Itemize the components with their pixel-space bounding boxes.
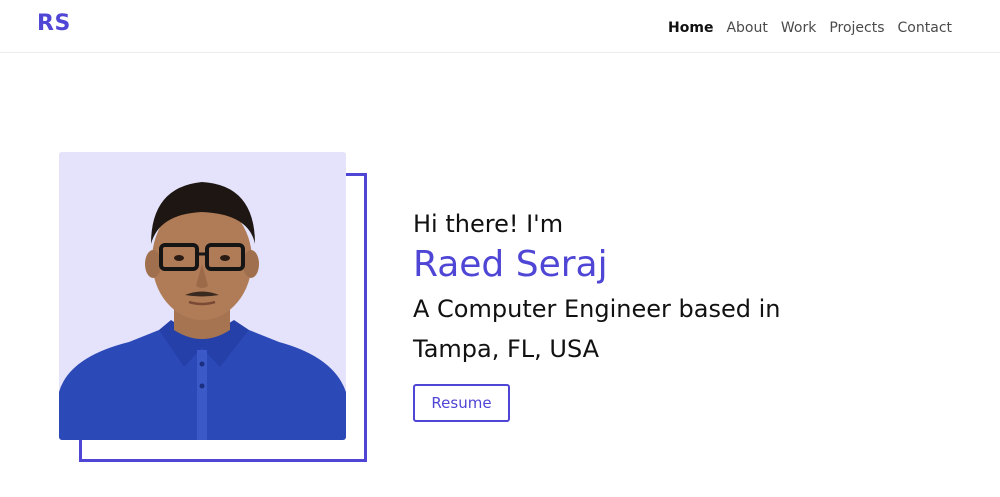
hero-greeting: Hi there! I'm <box>413 210 564 238</box>
nav-link-home[interactable]: Home <box>668 18 713 38</box>
hero-name: Raed Seraj <box>413 244 608 285</box>
site-logo[interactable]: RS <box>37 11 71 36</box>
hero-text: Hi there! I'm Raed Seraj A Computer Engi… <box>413 207 933 369</box>
profile-photo <box>59 152 346 440</box>
resume-button[interactable]: Resume <box>413 384 510 422</box>
hero-tagline: A Computer Engineer based in Tampa, FL, … <box>413 295 781 363</box>
nav-link-contact[interactable]: Contact <box>898 18 952 38</box>
nav-link-work[interactable]: Work <box>781 18 816 38</box>
nav-link-about[interactable]: About <box>726 18 767 38</box>
nav-link-projects[interactable]: Projects <box>829 18 884 38</box>
navbar: RS Home About Work Projects Contact <box>0 0 1000 53</box>
portrait-illustration <box>59 152 346 440</box>
nav-links: Home About Work Projects Contact <box>668 18 952 38</box>
